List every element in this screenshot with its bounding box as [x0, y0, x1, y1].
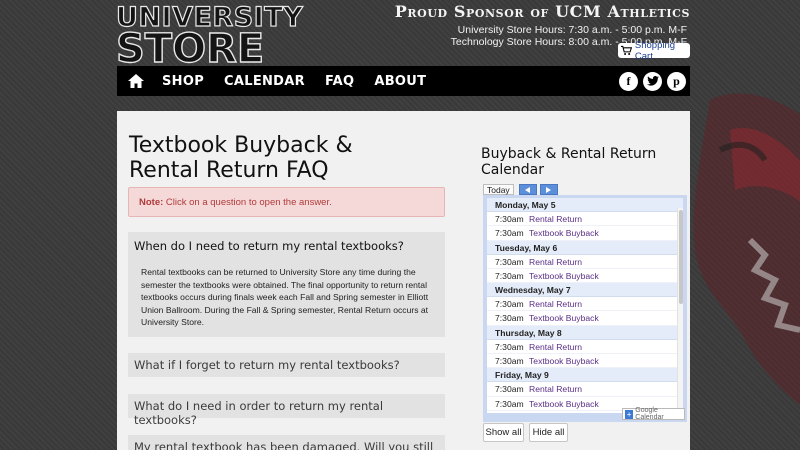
- agenda-day-header: Tuesday, May 6: [487, 240, 683, 255]
- nav-item-shop[interactable]: SHOP: [162, 74, 204, 89]
- facebook-icon[interactable]: f: [619, 71, 638, 91]
- home-icon: [127, 74, 144, 88]
- logo-line2: STORE: [115, 26, 265, 72]
- faq-question[interactable]: My rental textbook has been damaged. Wil…: [128, 435, 445, 450]
- event-title[interactable]: Textbook Buyback: [529, 226, 599, 239]
- triangle-left-icon: [525, 186, 531, 193]
- note-label: Note:: [139, 197, 164, 208]
- plus-icon: +: [625, 409, 634, 419]
- google-calendar-badge[interactable]: + Google Calendar: [622, 407, 685, 421]
- today-button[interactable]: Today: [483, 184, 514, 195]
- event-title[interactable]: Textbook Buyback: [529, 311, 599, 324]
- agenda-event[interactable]: 7:30am Textbook Buyback: [487, 269, 683, 284]
- calendar-controls: Today: [483, 184, 558, 195]
- main-nav: SHOP CALENDAR FAQ ABOUT f p: [117, 66, 690, 96]
- triangle-right-icon: [546, 186, 552, 193]
- event-title[interactable]: Rental Return: [529, 212, 582, 225]
- agenda-event[interactable]: 7:30am Textbook Buyback: [487, 354, 683, 369]
- event-time: 7:30am: [495, 341, 524, 352]
- event-time: 7:30am: [495, 384, 524, 395]
- sponsor-text: Proud Sponsor of UCM Athletics: [394, 2, 690, 21]
- university-store-hours: University Store Hours: 7:30 a.m. - 5:00…: [457, 24, 687, 36]
- scrollbar-thumb[interactable]: [679, 210, 683, 304]
- note-alert: Note: Click on a question to open the an…: [128, 187, 445, 217]
- faq-question[interactable]: What if I forget to return my rental tex…: [128, 353, 445, 377]
- agenda-list[interactable]: Monday, May 5 7:30am Rental Return 7:30am…: [487, 198, 683, 413]
- nav-item-faq[interactable]: FAQ: [325, 74, 354, 89]
- hide-all-button[interactable]: Hide all: [529, 423, 568, 442]
- main-panel: Textbook Buyback & Rental Return FAQ Not…: [117, 111, 690, 450]
- event-title[interactable]: Textbook Buyback: [529, 397, 599, 410]
- event-time: 7:30am: [495, 398, 524, 409]
- event-title[interactable]: Rental Return: [529, 297, 582, 310]
- agenda-scrollbar[interactable]: [677, 208, 683, 413]
- page-title: Textbook Buyback & Rental Return FAQ: [129, 133, 353, 183]
- faq-question[interactable]: When do I need to return my rental textb…: [128, 232, 445, 260]
- agenda-day-header: Thursday, May 8: [487, 325, 683, 340]
- faq-answer: Rental textbooks can be returned to Univ…: [141, 267, 429, 327]
- agenda-day-header: Wednesday, May 7: [487, 283, 683, 298]
- pinterest-icon[interactable]: p: [667, 71, 686, 91]
- event-time: 7:30am: [495, 299, 524, 310]
- shopping-cart-label: Shopping Cart: [634, 39, 676, 62]
- event-time: 7:30am: [495, 356, 524, 367]
- nav-item-calendar[interactable]: CALENDAR: [224, 74, 305, 89]
- agenda-day-header: Friday, May 9: [487, 368, 683, 383]
- agenda-event[interactable]: 7:30am Textbook Buyback: [487, 311, 683, 326]
- note-text: Click on a question to open the answer.: [163, 197, 332, 208]
- social-links: f p: [619, 71, 686, 91]
- event-title[interactable]: Textbook Buyback: [529, 269, 599, 282]
- mascot-graphic: [693, 93, 800, 406]
- event-time: 7:30am: [495, 313, 524, 324]
- calendar-agenda: Monday, May 5 7:30am Rental Return 7:30am…: [483, 195, 687, 422]
- agenda-event[interactable]: 7:30am Rental Return: [487, 382, 683, 397]
- cart-icon: [621, 45, 632, 55]
- event-title[interactable]: Textbook Buyback: [529, 354, 599, 367]
- google-calendar-label: Google Calendar: [635, 407, 664, 421]
- nav-item-about[interactable]: ABOUT: [374, 74, 426, 89]
- calendar-title: Buyback & Rental Return Calendar: [481, 146, 657, 178]
- event-time: 7:30am: [495, 270, 524, 281]
- agenda-event[interactable]: 7:30am Rental Return: [487, 255, 683, 269]
- home-button[interactable]: [119, 66, 152, 96]
- university-store-logo[interactable]: UNIVERSITY STORE: [115, 3, 303, 69]
- twitter-icon[interactable]: [643, 71, 662, 91]
- event-title[interactable]: Rental Return: [529, 255, 582, 268]
- show-all-button[interactable]: Show all: [483, 423, 524, 442]
- agenda-event[interactable]: 7:30am Rental Return: [487, 340, 683, 355]
- faq-question[interactable]: What do I need in order to return my ren…: [128, 394, 445, 427]
- faq-item-open[interactable]: When do I need to return my rental textb…: [128, 232, 445, 337]
- agenda-day-header: Monday, May 5: [487, 198, 683, 212]
- event-time: 7:30am: [495, 228, 524, 239]
- event-time: 7:30am: [495, 256, 524, 267]
- agenda-event[interactable]: 7:30am Rental Return: [487, 297, 683, 312]
- event-title[interactable]: Rental Return: [529, 340, 582, 353]
- prev-button[interactable]: [518, 184, 537, 195]
- agenda-event[interactable]: 7:30am Rental Return: [487, 212, 683, 227]
- shopping-cart-button[interactable]: Shopping Cart: [618, 40, 690, 62]
- next-button[interactable]: [539, 184, 558, 195]
- event-title[interactable]: Rental Return: [529, 382, 582, 395]
- agenda-event[interactable]: 7:30am Textbook Buyback: [487, 226, 683, 241]
- event-time: 7:30am: [495, 214, 524, 224]
